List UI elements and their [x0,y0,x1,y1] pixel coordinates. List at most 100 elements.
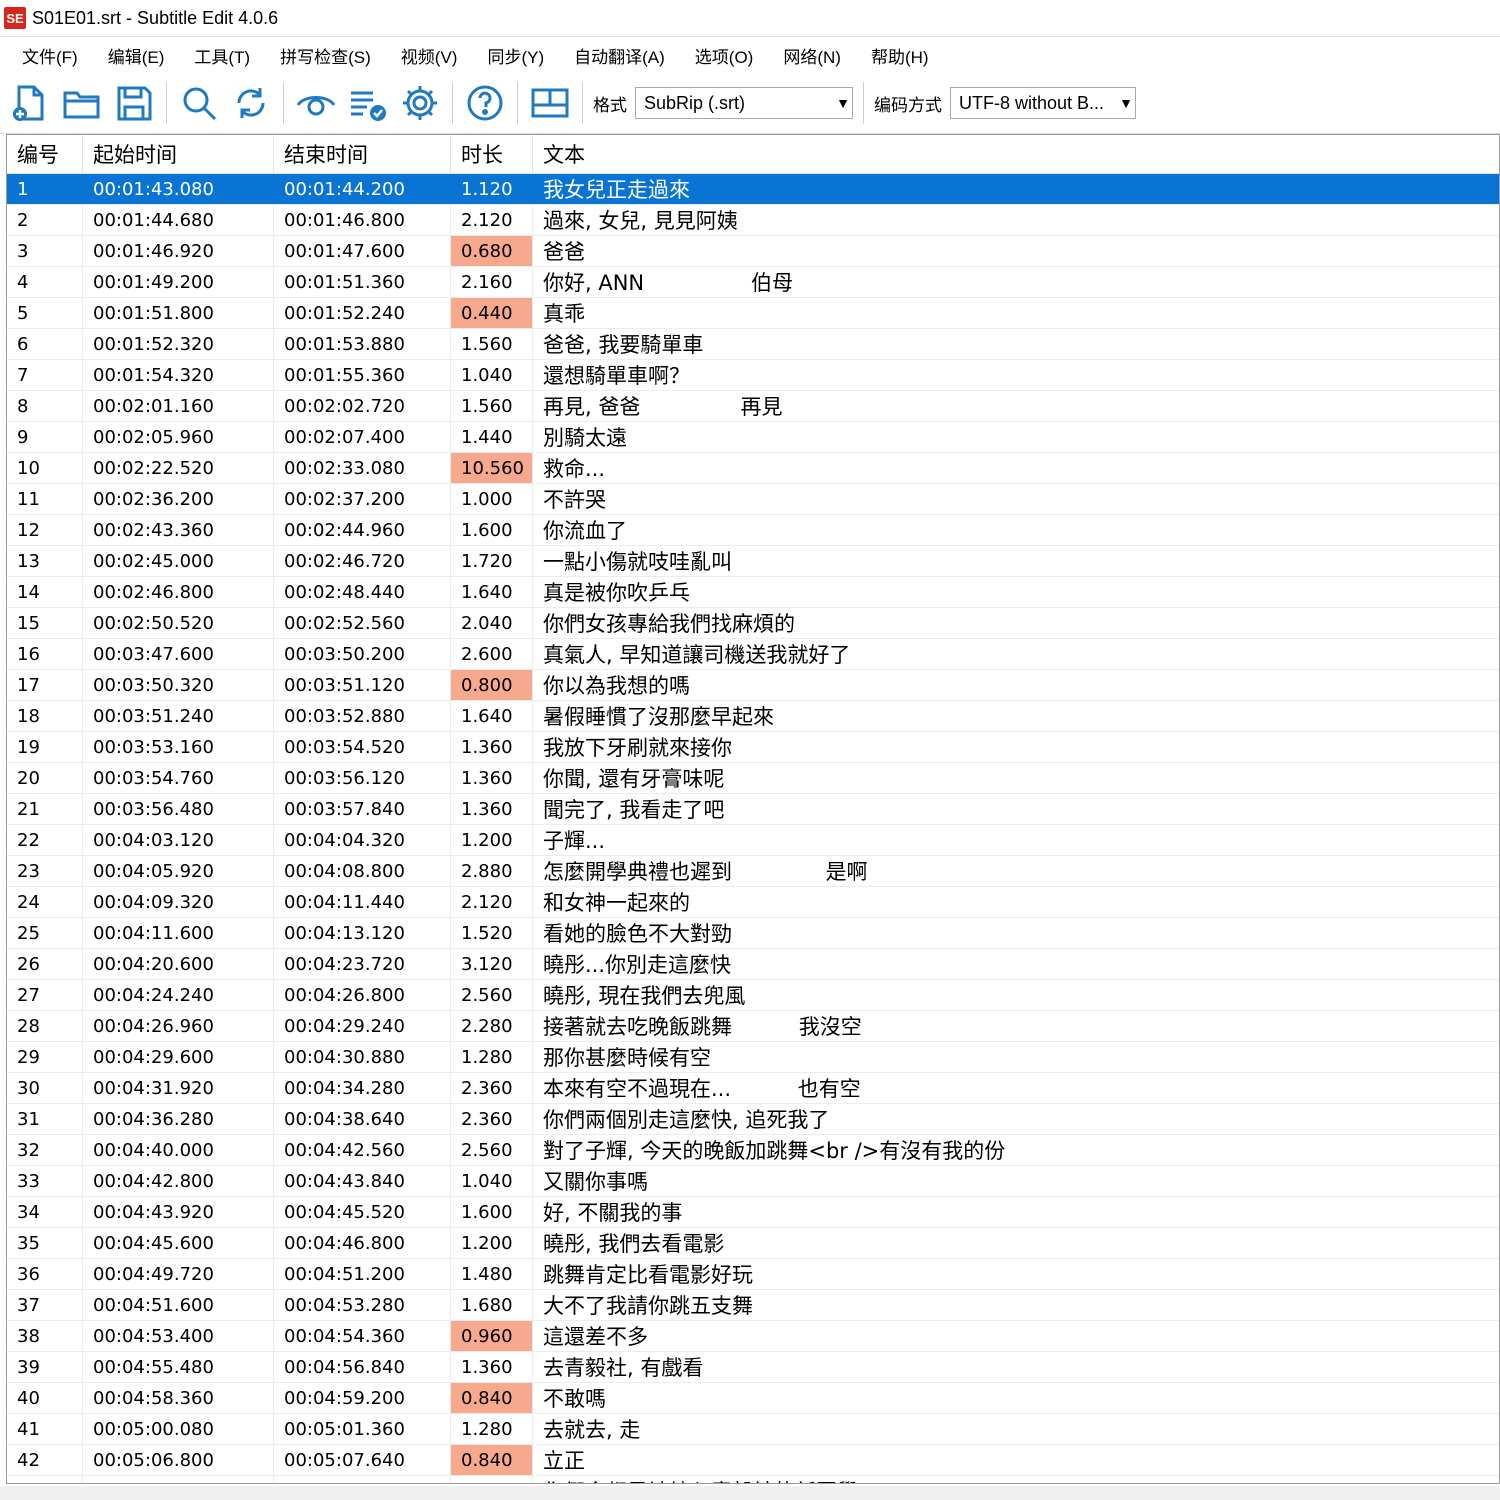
table-row[interactable]: 26 00:04:20.600 00:04:23.720 3.120 曉彤...你別走這… [7,949,1499,980]
table-row[interactable]: 11 00:02:36.200 00:02:37.200 1.000 不許哭 [7,484,1499,515]
cell-start-time: 00:03:47.600 [83,639,274,669]
table-row[interactable]: 4300:05:12.52000:05:14.6802.160你們全都是被編入青… [7,1476,1499,1483]
table-row[interactable]: 1 00:01:43.080 00:01:44.200 1.120 我女兒正走過來 [7,174,1499,205]
header-text[interactable]: 文本 [533,135,1499,173]
menu-edit[interactable]: 编辑(E) [96,43,177,68]
table-row[interactable]: 4 00:01:49.200 00:01:51.360 2.160 你好, ANN 伯母 [7,267,1499,298]
table-row[interactable]: 24 00:04:09.320 00:04:11.440 2.120 和女神一起來的 [7,887,1499,918]
table-row[interactable]: 19 00:03:53.160 00:03:54.520 1.360 我放下牙刷就來接你 [7,732,1499,763]
header-end-time[interactable]: 结束时间 [274,135,451,173]
encoding-select[interactable]: UTF-8 without B... ▼ [950,87,1136,119]
subtitle-grid[interactable]: 编号 起始时间 结束时间 时长 文本 1 00:01:43.080 00:01:44… [6,134,1500,1484]
dropdown-arrow-icon: ▼ [836,95,850,111]
table-row[interactable]: 29 00:04:29.600 00:04:30.880 1.280 那你甚麼時候有空 [7,1042,1499,1073]
horizontal-scrollbar[interactable] [0,1486,1500,1500]
table-row[interactable]: 30 00:04:31.920 00:04:34.280 2.360 本來有空不過現在.… [7,1073,1499,1104]
cell-start-time: 00:04:49.720 [83,1259,274,1289]
table-row[interactable]: 36 00:04:49.720 00:04:51.200 1.480 跳舞肯定比看電影好… [7,1259,1499,1290]
header-number[interactable]: 编号 [7,135,83,173]
toolbar-separator [582,82,583,124]
table-row[interactable]: 6 00:01:52.320 00:01:53.880 1.560 爸爸, 我要騎單車 [7,329,1499,360]
cell-start-time: 00:02:01.160 [83,391,274,421]
format-select[interactable]: SubRip (.srt) ▼ [635,87,853,119]
settings-icon[interactable] [398,81,442,125]
menu-sync[interactable]: 同步(Y) [475,43,556,68]
help-icon[interactable] [463,81,507,125]
new-file-icon[interactable] [8,81,52,125]
replace-icon[interactable] [229,81,273,125]
cell-duration: 1.520 [451,918,533,948]
menu-help[interactable]: 帮助(H) [859,43,941,68]
layout-icon[interactable] [528,81,572,125]
cell-start-time: 00:02:46.800 [83,577,274,607]
table-row[interactable]: 32 00:04:40.000 00:04:42.560 2.560 對了子輝, 今天的… [7,1135,1499,1166]
table-row[interactable]: 3 00:01:46.920 00:01:47.600 0.680 爸爸 [7,236,1499,267]
cell-start-time: 00:04:43.920 [83,1197,274,1227]
visual-sync-icon[interactable] [294,81,338,125]
header-duration[interactable]: 时长 [451,135,533,173]
find-icon[interactable] [177,81,221,125]
cell-start-time: 00:04:53.400 [83,1321,274,1351]
table-row[interactable]: 31 00:04:36.280 00:04:38.640 2.360 你們兩個別走這麼快… [7,1104,1499,1135]
table-row[interactable]: 7 00:01:54.320 00:01:55.360 1.040 還想騎單車啊？ [7,360,1499,391]
table-row[interactable]: 16 00:03:47.600 00:03:50.200 2.600 真氣人, 早知道讓… [7,639,1499,670]
cell-end-time: 00:02:33.080 [274,453,451,483]
cell-text: 你好, ANN 伯母 [543,271,793,295]
table-row[interactable]: 34 00:04:43.920 00:04:45.520 1.600 好, 不關我的事 [7,1197,1499,1228]
cell-end-time: 00:04:38.640 [274,1104,451,1134]
table-row[interactable]: 22 00:04:03.120 00:04:04.320 1.200 子輝... [7,825,1499,856]
table-row[interactable]: 42 00:05:06.800 00:05:07.640 0.840 立正 [7,1445,1499,1476]
table-row[interactable]: 33 00:04:42.800 00:04:43.840 1.040 又關你事嗎 [7,1166,1499,1197]
header-start-time[interactable]: 起始时间 [83,135,274,173]
menu-tools[interactable]: 工具(T) [182,43,262,68]
table-row[interactable]: 10 00:02:22.520 00:02:33.080 10.560 救命... [7,453,1499,484]
menu-video[interactable]: 视频(V) [389,43,470,68]
open-folder-icon[interactable] [60,81,104,125]
spell-check-icon[interactable] [346,81,390,125]
table-row[interactable]: 17 00:03:50.320 00:03:51.120 0.800 你以為我想的嗎 [7,670,1499,701]
cell-number: 25 [7,918,83,948]
menu-spellcheck[interactable]: 拼写检查(S) [268,43,383,68]
cell-duration: 2.880 [451,856,533,886]
cell-number: 5 [7,298,83,328]
table-row[interactable]: 14 00:02:46.800 00:02:48.440 1.640 真是被你吹乒乓 [7,577,1499,608]
table-row[interactable]: 9 00:02:05.960 00:02:07.400 1.440 別騎太遠 [7,422,1499,453]
table-row[interactable]: 18 00:03:51.240 00:03:52.880 1.640 暑假睡慣了沒那麼早… [7,701,1499,732]
table-row[interactable]: 15 00:02:50.520 00:02:52.560 2.040 你們女孩專給我們找… [7,608,1499,639]
cell-start-time: 00:02:22.520 [83,453,274,483]
cell-end-time: 00:05:14.680 [274,1476,451,1483]
cell-start-time: 00:04:40.000 [83,1135,274,1165]
window-title: S01E01.srt - Subtitle Edit 4.0.6 [32,7,279,28]
table-row[interactable]: 35 00:04:45.600 00:04:46.800 1.200 曉彤, 我們去看電… [7,1228,1499,1259]
save-icon[interactable] [112,81,156,125]
cell-start-time: 00:05:00.080 [83,1414,274,1444]
table-row[interactable]: 2 00:01:44.680 00:01:46.800 2.120 過來, 女兒, 見見… [7,205,1499,236]
table-row[interactable]: 41 00:05:00.080 00:05:01.360 1.280 去就去, 走 [7,1414,1499,1445]
cell-duration: 1.280 [451,1042,533,1072]
table-row[interactable]: 28 00:04:26.960 00:04:29.240 2.280 接著就去吃晚飯跳舞… [7,1011,1499,1042]
table-row[interactable]: 23 00:04:05.920 00:04:08.800 2.880 怎麼開學典禮也遲到… [7,856,1499,887]
menu-file[interactable]: 文件(F) [10,43,90,68]
cell-end-time: 00:04:59.200 [274,1383,451,1413]
cell-start-time: 00:04:09.320 [83,887,274,917]
table-row[interactable]: 8 00:02:01.160 00:02:02.720 1.560 再見, 爸爸 再見 [7,391,1499,422]
menu-auto-translate[interactable]: 自动翻译(A) [562,43,677,68]
table-row[interactable]: 12 00:02:43.360 00:02:44.960 1.600 你流血了 [7,515,1499,546]
table-row[interactable]: 21 00:03:56.480 00:03:57.840 1.360 聞完了, 我看走了… [7,794,1499,825]
table-row[interactable]: 40 00:04:58.360 00:04:59.200 0.840 不敢嗎 [7,1383,1499,1414]
cell-text: 再見, 爸爸 再見 [543,395,783,419]
table-row[interactable]: 39 00:04:55.480 00:04:56.840 1.360 去青毅社, 有戲看 [7,1352,1499,1383]
cell-end-time: 00:03:54.520 [274,732,451,762]
table-row[interactable]: 38 00:04:53.400 00:04:54.360 0.960 這還差不多 [7,1321,1499,1352]
cell-text: 救命... [543,457,606,481]
table-row[interactable]: 20 00:03:54.760 00:03:56.120 1.360 你聞, 還有牙膏味… [7,763,1499,794]
table-row[interactable]: 5 00:01:51.800 00:01:52.240 0.440 真乖 [7,298,1499,329]
table-row[interactable]: 25 00:04:11.600 00:04:13.120 1.520 看她的臉色不大對勁 [7,918,1499,949]
cell-duration: 2.160 [451,267,533,297]
table-row[interactable]: 27 00:04:24.240 00:04:26.800 2.560 曉彤, 現在我們去… [7,980,1499,1011]
menu-network[interactable]: 网络(N) [771,43,853,68]
table-row[interactable]: 37 00:04:51.600 00:04:53.280 1.680 大不了我請你跳五支… [7,1290,1499,1321]
table-row[interactable]: 13 00:02:45.000 00:02:46.720 1.720 一點小傷就吱哇亂叫 [7,546,1499,577]
menu-options[interactable]: 选项(O) [683,43,766,68]
cell-duration: 10.560 [451,453,533,483]
